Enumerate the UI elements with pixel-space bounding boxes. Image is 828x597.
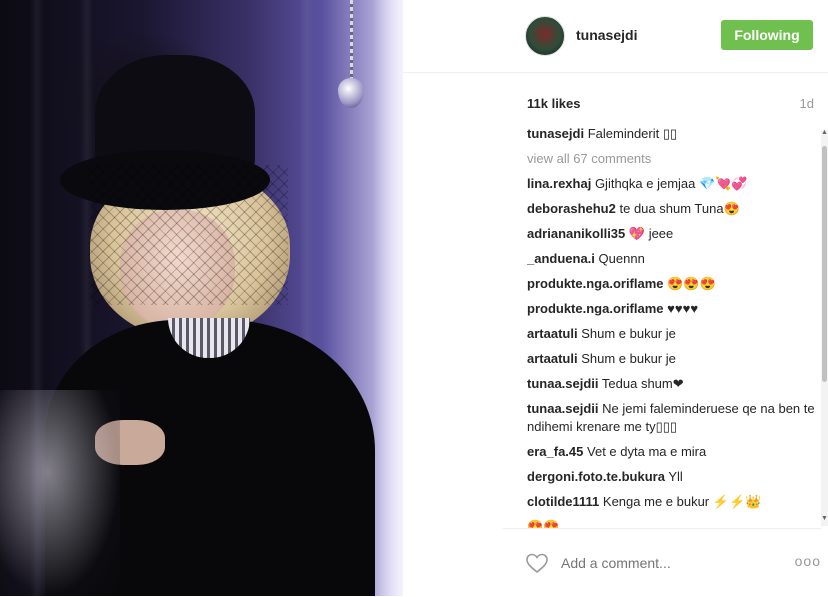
scroll-down-arrow-icon[interactable]: ▼ [821, 515, 828, 522]
comment-text: Faleminderit ▯▯ [587, 126, 678, 141]
post-header: tunasejdi Following [403, 0, 828, 73]
comment-row: tunaa.sejdii Ne jemi faleminderuese qe n… [527, 400, 815, 436]
comment-username[interactable]: produkte.nga.oriflame [527, 301, 664, 316]
comment-text: 😍😍😍 [667, 276, 716, 291]
view-all-comments-link[interactable]: view all 67 comments [527, 150, 815, 168]
comment-row: artaatuli Shum e bukur je [527, 350, 815, 368]
add-comment-input[interactable] [561, 553, 761, 573]
comment-text: Gjithqka e jemjaa 💎💘💞 [594, 176, 748, 191]
comment-text: Vet e dyta ma e mira [587, 444, 707, 459]
more-options-icon[interactable]: ooo [795, 553, 821, 569]
comment-username[interactable]: deborashehu2 [527, 201, 616, 216]
comment-text: Quennn [598, 251, 645, 266]
comment-text: Yll [668, 469, 683, 484]
comment-text: 😍😍 [527, 519, 560, 528]
comment-bar: ooo [503, 528, 821, 597]
comment-username[interactable]: produkte.nga.oriflame [527, 276, 664, 291]
comment-text: Tedua shum❤ [601, 376, 684, 391]
comment-row: lina.rexhaj Gjithqka e jemjaa 💎💘💞 [527, 175, 815, 193]
comments-list[interactable]: tunasejdi Faleminderit ▯▯ view all 67 co… [527, 125, 815, 528]
comment-username[interactable]: era_fa.45 [527, 444, 583, 459]
comment-username[interactable]: artaatuli [527, 351, 578, 366]
crystal-pendant [338, 78, 364, 108]
comment-username[interactable]: adriananikolli35 [527, 226, 625, 241]
foreground-blur [0, 390, 120, 596]
caption: tunasejdi Faleminderit ▯▯ [527, 125, 815, 143]
comment-username[interactable]: tunaa.sejdii [527, 401, 599, 416]
heart-outline-icon[interactable] [525, 551, 549, 575]
comment-username[interactable]: dergoni.foto.te.bukura [527, 469, 665, 484]
comment-row: _anduena.i Quennn [527, 250, 815, 268]
comment-username[interactable]: lina.rexhaj [527, 176, 591, 191]
comment-row: artaatuli Shum e bukur je [527, 325, 815, 343]
post-time[interactable]: 1d [800, 96, 814, 111]
comment-row: tunaa.sejdii Tedua shum❤ [527, 375, 815, 393]
comment-row: produkte.nga.oriflame ♥♥♥♥ [527, 300, 815, 318]
comment-username[interactable]: tunaa.sejdii [527, 376, 599, 391]
comment-text: 💖 jeee [628, 226, 674, 241]
comment-username[interactable]: artaatuli [527, 326, 578, 341]
comment-text: te dua shum Tuna😍 [619, 201, 740, 216]
veil [88, 165, 288, 305]
post-side-panel: tunasejdi Following 11k likes 1d tunasej… [403, 0, 828, 596]
post-author-username[interactable]: tunasejdi [576, 27, 637, 43]
following-button[interactable]: Following [721, 20, 813, 50]
likes-count[interactable]: 11k likes [527, 96, 581, 111]
comment-row: 😍😍 [527, 518, 815, 528]
comment-row: dergoni.foto.te.bukura Yll [527, 468, 815, 486]
comment-username[interactable]: clotilde1111 [527, 494, 599, 509]
avatar[interactable] [525, 16, 565, 56]
stage-light [373, 0, 403, 596]
comment-text: Shum e bukur je [581, 351, 676, 366]
comment-username[interactable]: tunasejdi [527, 126, 584, 141]
comment-text: Shum e bukur je [581, 326, 676, 341]
comment-username[interactable]: _anduena.i [527, 251, 595, 266]
comment-text: ♥♥♥♥ [667, 301, 699, 316]
post-photo[interactable] [0, 0, 403, 596]
comment-items: lina.rexhaj Gjithqka e jemjaa 💎💘💞 deboras… [527, 175, 815, 528]
comment-row: era_fa.45 Vet e dyta ma e mira [527, 443, 815, 461]
comment-row: produkte.nga.oriflame 😍😍😍 [527, 275, 815, 293]
comment-row: adriananikolli35 💖 jeee [527, 225, 815, 243]
comment-row: clotilde1111 Kenga me e bukur ⚡⚡👑 [527, 493, 815, 511]
scrollbar-thumb[interactable] [822, 146, 827, 382]
crystal-chain [350, 0, 353, 82]
comment-row: deborashehu2 te dua shum Tuna😍 [527, 200, 815, 218]
comment-text: Kenga me e bukur ⚡⚡👑 [602, 494, 762, 509]
comments-scrollbar[interactable] [821, 130, 828, 526]
scroll-up-arrow-icon[interactable]: ▲ [821, 129, 828, 136]
